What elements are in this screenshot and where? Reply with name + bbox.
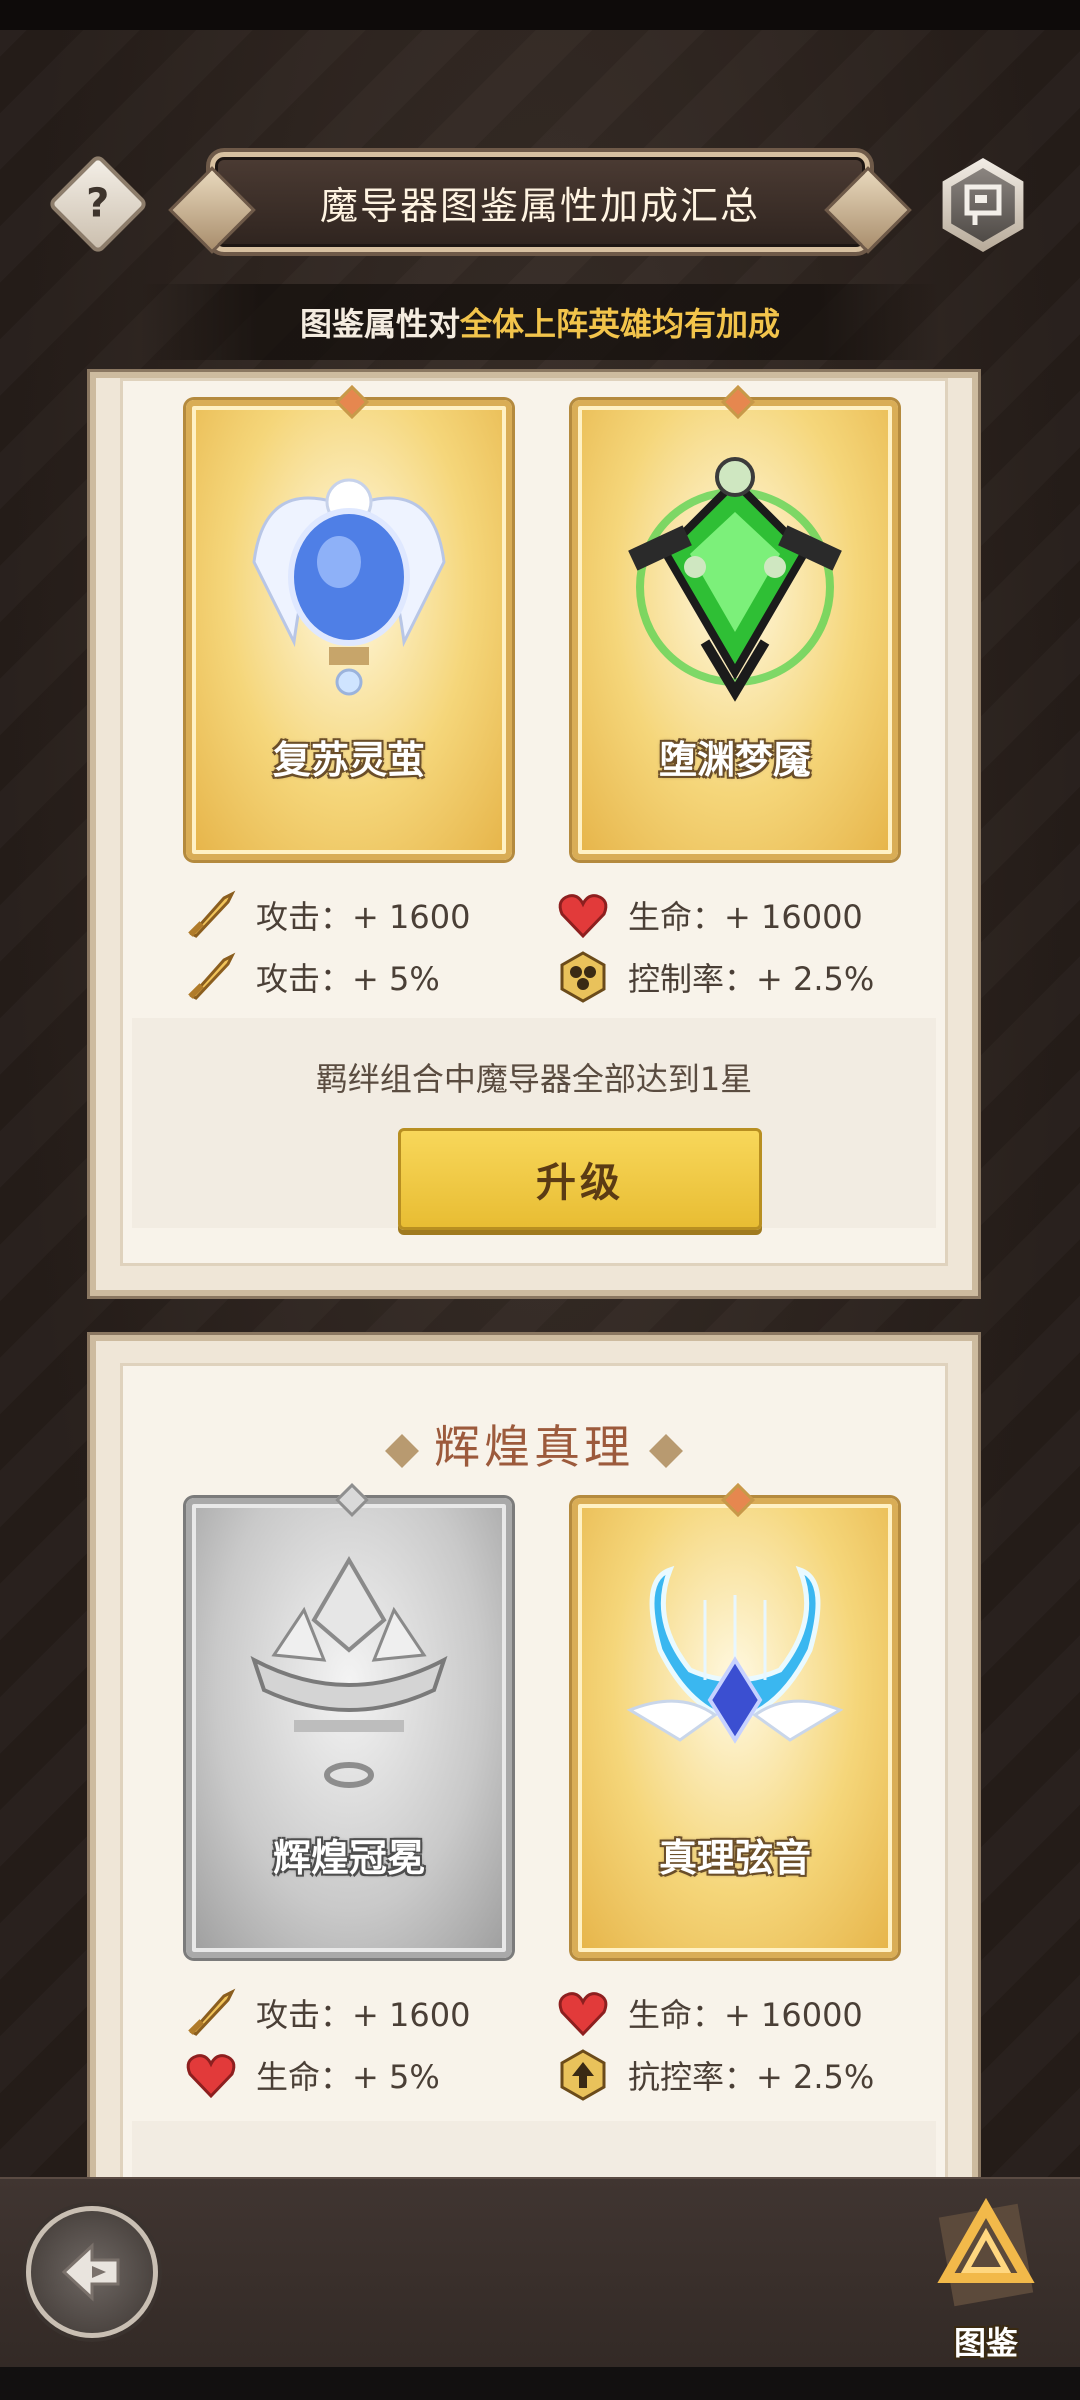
question-icon: ? [86,180,110,227]
stat-label: 生命：+ 5% [256,2058,440,2096]
stat-label: 控制率：+ 2.5% [628,960,875,998]
stat-label: 攻击：+ 1600 [256,898,471,936]
resist-control-icon [556,2048,610,2102]
back-button[interactable] [26,2206,158,2338]
requirement-text: 羁绊组合中魔导器全部达到1星 [315,1060,753,1098]
stat-label: 攻击：+ 1600 [256,1996,471,2034]
card-name: 辉煌冠冕 [272,1836,425,1880]
card-name: 复苏灵茧 [272,738,425,782]
upgrade-button[interactable]: 升级 [398,1128,762,1230]
status-bar [0,0,1080,30]
stat-label: 生命：+ 16000 [628,898,863,936]
card-name: 堕渊梦魇 [658,738,811,782]
sword-icon [184,1986,238,2040]
title-plate: 魔导器图鉴属性加成汇总 [210,152,870,252]
stat-row: 生命：+ 16000 [556,1986,863,2040]
stat-row: 攻击：+ 5% [184,950,440,1004]
card-name: 真理弦音 [658,1836,811,1880]
codex-label: 图鉴 [953,2324,1018,2362]
sword-icon [184,888,238,942]
heart-icon [556,1986,610,2040]
system-nav-strip [0,2367,1080,2400]
cocoon-art-icon [252,478,446,696]
codex-icon [937,2198,1035,2307]
stat-label: 生命：+ 16000 [628,1996,863,2034]
control-icon [556,950,610,1004]
subtitle-banner: 图鉴属性对 全体上阵英雄均有加成 [140,284,940,360]
heart-icon [184,2048,238,2102]
card-truth-harp[interactable]: 真理弦音 [572,1483,898,1958]
page-title: 魔导器图鉴属性加成汇总 [319,183,760,228]
subtitle-highlight: 全体上阵英雄均有加成 [460,305,781,343]
set-panel-1: 复苏灵茧 堕渊梦魇 攻击：+ 1600 生命：+ 16000 攻击：+ 5% 控… [90,372,978,1296]
stat-row: 控制率：+ 2.5% [556,950,874,1004]
back-arrow-icon [61,2242,120,2302]
nightmare-art-icon [628,457,842,702]
card-abyss-nightmare[interactable]: 堕渊梦魇 [572,385,898,860]
codex-button[interactable]: 图鉴 [906,2194,1066,2364]
crown-art-icon [250,1556,448,1788]
card-revival-cocoon[interactable]: 复苏灵茧 [186,385,512,860]
stat-row: 生命：+ 16000 [556,888,863,942]
stat-row: 生命：+ 5% [184,2048,440,2102]
stat-row: 攻击：+ 1600 [184,888,470,942]
requirement-box: 羁绊组合中魔导器全部达到1星 升级 [132,1018,936,1230]
set-title: 辉煌真理 [96,1411,972,1477]
stat-row: 攻击：+ 1600 [184,1986,470,2040]
stat-label: 攻击：+ 5% [256,960,440,998]
stat-label: 抗控率：+ 2.5% [628,2058,875,2096]
heart-icon [556,888,610,942]
sword-icon [184,950,238,1004]
flag-icon [951,168,1015,242]
harp-art-icon [626,1565,844,1744]
card-glorious-crown[interactable]: 辉煌冠冕 [186,1483,512,1958]
subtitle-prefix: 图鉴属性对 [299,305,460,343]
stat-row: 抗控率：+ 2.5% [556,2048,874,2102]
